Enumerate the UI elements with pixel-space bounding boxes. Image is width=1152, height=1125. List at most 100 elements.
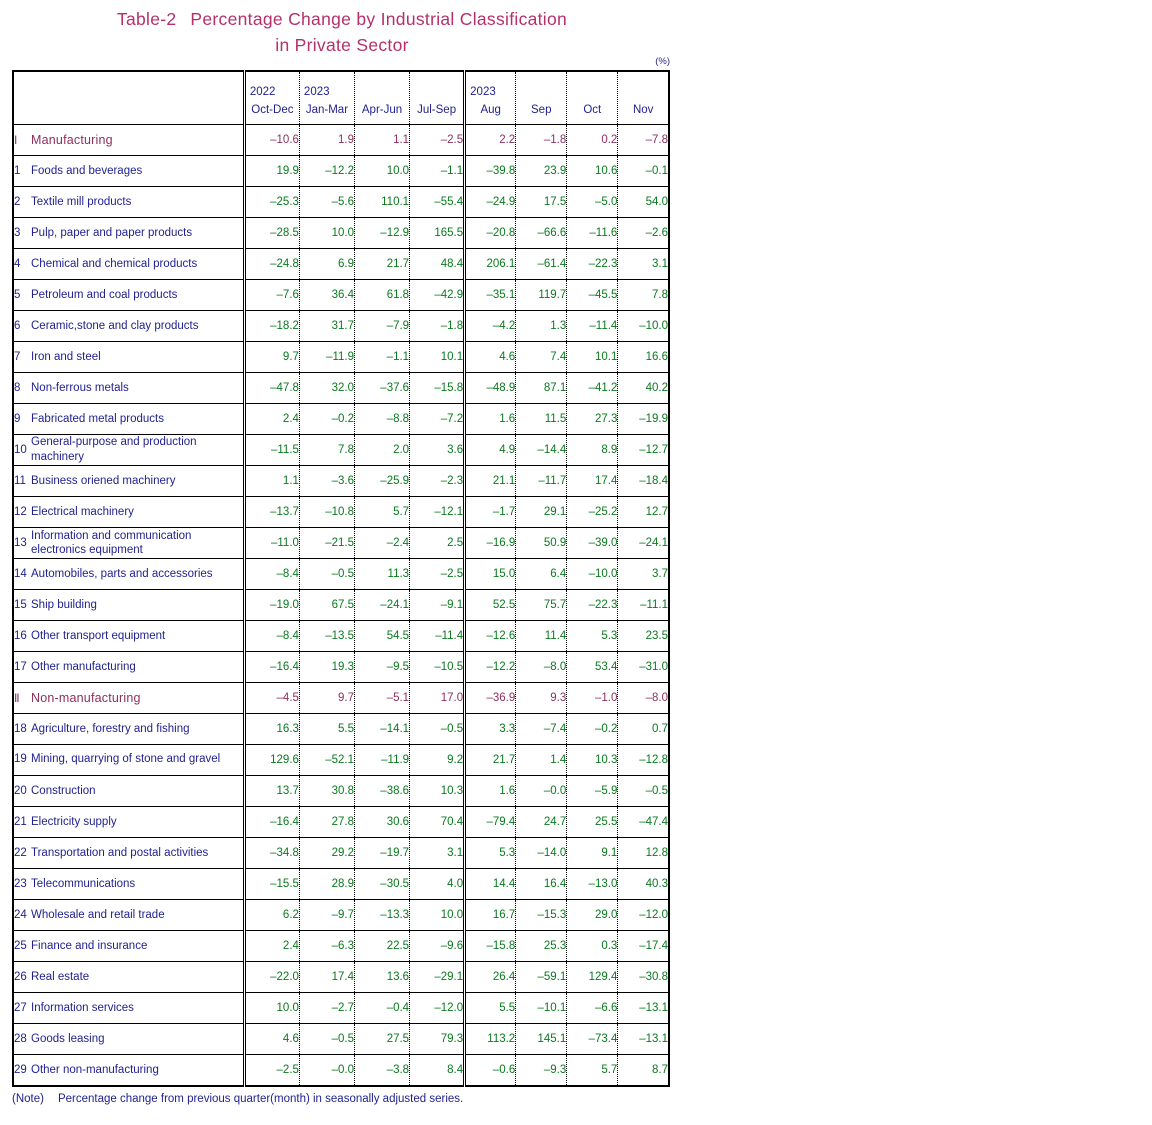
value-cell: –7.6	[242, 279, 300, 311]
header-cell-blank	[13, 70, 245, 125]
industry-name: Chemical and chemical products	[31, 257, 198, 270]
data-table-container: 2022 Oct-Dec 2023 Jan-Mar Apr-Jun Jul-Se…	[12, 70, 670, 1087]
table-row: 20 Construction 13.7 30.8 –38.6 10.3 1.6 –0.0 –5…	[13, 775, 669, 807]
value-cell: 31.7	[298, 310, 355, 342]
table-row: 9 Fabricated metal products 2.4 –0.2 –8.8 –7.…	[13, 403, 669, 435]
value-cell: –7.9	[353, 310, 410, 342]
footnote: (Note) Percentage change from previous qu…	[12, 1093, 463, 1105]
value-cell: 3.6	[409, 434, 465, 466]
value-cell: –39.0	[566, 527, 618, 559]
value-cell: 1.4	[515, 744, 567, 776]
industry-name: Other manufacturing	[31, 660, 136, 673]
value-cell: 0.3	[566, 930, 618, 962]
industry-label: 16 Other transport equipment	[13, 620, 245, 652]
industry-name: Mining, quarrying of stone and gravel	[31, 753, 221, 766]
value-cell: 16.4	[515, 868, 567, 900]
industry-name: Goods leasing	[31, 1032, 105, 1045]
industry-name: Construction	[31, 784, 96, 797]
industry-name: Electrical machinery	[31, 505, 134, 518]
value-cell: 110.1	[353, 186, 410, 218]
value-cell: –14.0	[515, 837, 567, 869]
industry-index: 23	[14, 877, 27, 890]
value-cell: –15.8	[409, 372, 465, 404]
industry-index: 24	[14, 908, 27, 921]
value-cell: 32.0	[298, 372, 355, 404]
value-cell: 28.9	[298, 868, 355, 900]
value-cell: 3.1	[617, 248, 669, 280]
industry-name: Information and communication electronic…	[31, 530, 192, 556]
industry-index: 5	[14, 288, 21, 301]
header-year-1: 2023	[303, 86, 330, 98]
value-cell: 11.5	[515, 403, 567, 435]
value-cell: 1.6	[463, 775, 516, 807]
header-cell-6: Oct	[566, 70, 618, 125]
industry-label: 5 Petroleum and coal products	[13, 279, 245, 311]
value-cell: 1.1	[242, 465, 300, 497]
value-cell: 113.2	[463, 1023, 516, 1055]
value-cell: 17.4	[298, 961, 355, 993]
value-cell: 17.0	[409, 682, 465, 714]
industry-name: Electricity supply	[31, 815, 117, 828]
header-period-7: Nov	[632, 104, 654, 116]
industry-label: 22 Transportation and postal activities	[13, 837, 245, 869]
value-cell: 40.3	[617, 868, 669, 900]
industry-index: 20	[14, 784, 27, 797]
section-name: Non-manufacturing	[31, 691, 141, 705]
value-cell: –30.8	[617, 961, 669, 993]
value-cell: –5.0	[566, 186, 618, 218]
value-cell: –11.9	[353, 744, 410, 776]
value-cell: –12.0	[617, 899, 669, 931]
industry-index: 22	[14, 846, 27, 859]
industry-label: 2 Textile mill products	[13, 186, 245, 218]
industry-index: 9	[14, 412, 21, 425]
page-title: Table-2 Percentage Change by Industrial C…	[12, 6, 672, 58]
industry-label: 10 General-purpose and production machine…	[13, 434, 245, 466]
value-cell: 54.0	[617, 186, 669, 218]
value-cell: –16.4	[242, 806, 300, 838]
section-roman-numeral: Ⅱ	[14, 693, 20, 705]
value-cell: –11.1	[617, 589, 669, 621]
value-cell: 48.4	[409, 248, 465, 280]
value-cell: 16.7	[463, 899, 516, 931]
value-cell: 21.1	[463, 465, 516, 497]
value-cell: –19.9	[617, 403, 669, 435]
value-cell: –0.0	[298, 1054, 355, 1087]
value-cell: –10.8	[298, 496, 355, 528]
value-cell: 17.5	[515, 186, 567, 218]
value-cell: –9.5	[353, 651, 410, 683]
header-cell-0: 2022 Oct-Dec	[242, 70, 300, 125]
value-cell: 23.9	[515, 155, 567, 187]
value-cell: 15.0	[463, 558, 516, 590]
table-row: 17 Other manufacturing –16.4 19.3 –9.5 –10.5–…	[13, 651, 669, 683]
industry-label: 11 Business oriened machinery	[13, 465, 245, 497]
industry-index: 12	[14, 505, 27, 518]
industry-index: 17	[14, 660, 27, 673]
value-cell: 10.1	[409, 341, 465, 373]
value-cell: –12.1	[409, 496, 465, 528]
value-cell: –7.8	[617, 124, 669, 156]
table-row: 7 Iron and steel 9.7 –11.9 –1.1 10.1 4.6 7.4 10.…	[13, 341, 669, 373]
value-cell: –2.3	[409, 465, 465, 497]
value-cell: 165.5	[409, 217, 465, 249]
value-cell: 29.1	[515, 496, 567, 528]
industry-label: 4 Chemical and chemical products	[13, 248, 245, 280]
value-cell: –19.0	[242, 589, 300, 621]
value-cell: –22.3	[566, 589, 618, 621]
value-cell: –8.8	[353, 403, 410, 435]
value-cell: –2.6	[617, 217, 669, 249]
industry-index: 28	[14, 1032, 27, 1045]
value-cell: –3.8	[353, 1054, 410, 1087]
value-cell: 2.4	[242, 930, 300, 962]
value-cell: –16.9	[463, 527, 516, 559]
value-cell: –6.3	[298, 930, 355, 962]
industry-label: 20 Construction	[13, 775, 245, 807]
header-period-3: Jul-Sep	[417, 104, 457, 116]
industry-label: 18 Agriculture, forestry and fishing	[13, 713, 245, 745]
value-cell: –1.0	[566, 682, 618, 714]
value-cell: –20.8	[463, 217, 516, 249]
section-header-label: Ⅰ Manufacturing	[13, 124, 245, 156]
value-cell: –79.4	[463, 806, 516, 838]
value-cell: –2.5	[242, 1054, 300, 1087]
value-cell: –0.6	[463, 1054, 516, 1087]
value-cell: –0.5	[409, 713, 465, 745]
